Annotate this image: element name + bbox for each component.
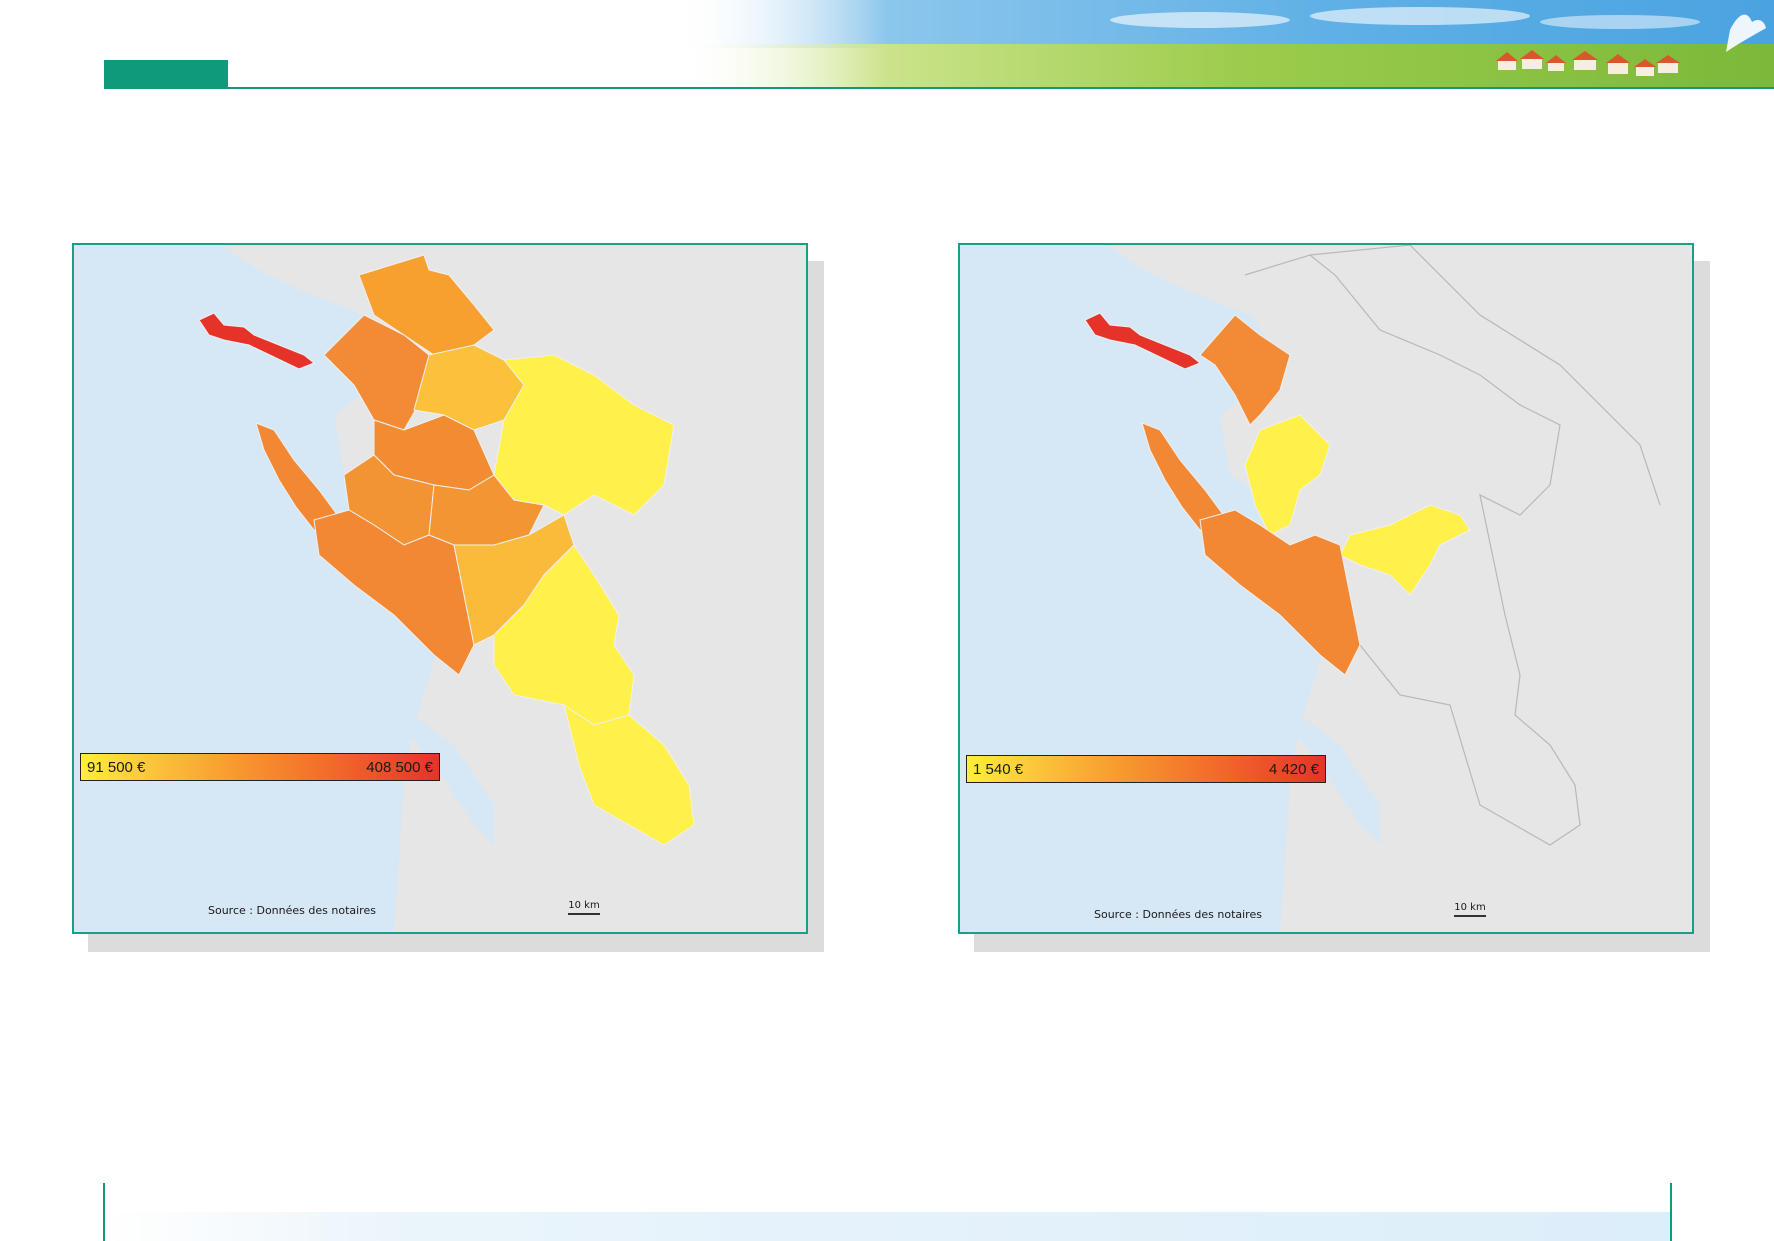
header-rule (104, 87, 1774, 89)
legend-min-label: 91 500 € (87, 759, 146, 776)
footer-rule-right (1670, 1183, 1672, 1241)
map-panel-left: 91 500 € 408 500 € Source : Données des … (72, 243, 824, 952)
scale-label: 10 km (1454, 902, 1486, 913)
header-banner (0, 0, 1774, 92)
legend-max-label: 408 500 € (366, 759, 433, 776)
legend-max-label: 4 420 € (1268, 761, 1319, 778)
choropleth-map-left (74, 245, 806, 932)
scale-indicator: 10 km (568, 900, 600, 915)
map-panel-right: 1 540 € 4 420 € Source : Données des not… (958, 243, 1710, 952)
scale-label: 10 km (568, 900, 600, 911)
scale-bar (568, 913, 600, 915)
landscape-illustration (0, 0, 1774, 88)
map-frame: 91 500 € 408 500 € Source : Données des … (72, 243, 808, 934)
legend-min-label: 1 540 € (973, 761, 1024, 778)
choropleth-map-right (960, 245, 1692, 932)
section-tab (104, 60, 228, 88)
footer-band (105, 1212, 1670, 1241)
price-legend: 1 540 € 4 420 € (966, 755, 1326, 783)
scale-bar (1454, 915, 1486, 917)
price-legend: 91 500 € 408 500 € (80, 753, 440, 781)
scale-indicator: 10 km (1454, 902, 1486, 917)
map-frame: 1 540 € 4 420 € Source : Données des not… (958, 243, 1694, 934)
source-label: Source : Données des notaires (1094, 908, 1262, 921)
source-label: Source : Données des notaires (208, 904, 376, 917)
